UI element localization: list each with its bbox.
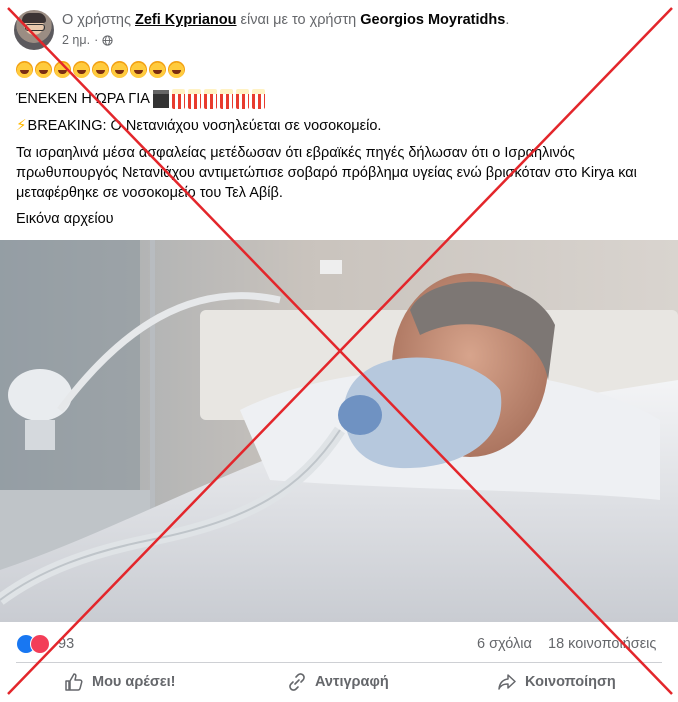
share-icon [498,674,516,690]
tagged-user-link[interactable]: Georgios Moyratidhs [360,12,505,28]
post-header: Ο χρήστης Zefi Kyprianou είναι με το χρή… [0,0,678,54]
popcorn-icon [252,89,266,109]
action-bar: Μου αρέσει! Αντιγραφή Κοινοποίηση [0,664,678,702]
share-label: Κοινοποίηση [525,674,616,690]
post-headline: Ο χρήστης Zefi Kyprianou είναι με το χρή… [62,12,509,28]
laughing-emoji-icon [54,60,71,78]
laughing-emoji-icon [92,60,109,78]
headline-prefix: Ο χρήστης [62,12,131,28]
laughing-emoji-icon [35,60,52,78]
like-button[interactable]: Μου αρέσει! [64,664,176,700]
divider [16,662,662,663]
reaction-icons[interactable] [16,634,56,654]
love-reaction-icon [30,634,50,654]
movie-line-text: ΈΝΕΚΕΝ Η ΏΡΑ ΓΙΑ [16,90,150,107]
clapperboard-icon [153,90,170,108]
laughing-emoji-icon [16,60,33,78]
avatar-glasses [25,24,45,31]
reactions-bar: 93 6 σχόλια 18 κοινοποιήσεις [0,628,678,658]
popcorn-icon [172,89,186,109]
popcorn-icon [188,89,202,109]
post-meta: 2 ημ. · [62,33,113,47]
author-avatar[interactable] [14,10,54,50]
globe-icon[interactable] [102,34,113,46]
reaction-count[interactable]: 93 [58,636,74,652]
meta-separator: · [94,33,99,47]
hospital-photo [0,240,678,622]
laughing-emoji-icon [111,60,128,78]
popcorn-icon [220,89,234,109]
lightning-icon: ⚡ [16,117,27,134]
avatar-hair [22,13,46,23]
popcorn-icon [236,89,250,109]
post-line-breaking: ⚡BREAKING: Ο Νετανιάχου νοσηλεύεται σε ν… [16,116,381,134]
comments-count[interactable]: 6 σχόλια [477,636,532,652]
post-paragraph: Τα ισραηλινά μέσα ασφαλείας μετέδωσαν ότ… [16,145,637,201]
post-line-movie: ΈΝΕΚΕΝ Η ΏΡΑ ΓΙΑ [16,89,268,109]
post-caption: Εικόνα αρχείου [16,211,114,227]
copy-label: Αντιγραφή [315,674,389,690]
shares-count[interactable]: 18 κοινοποιήσεις [548,636,656,652]
like-label: Μου αρέσει! [92,674,176,690]
thumbs-up-icon [65,673,83,691]
laughing-emoji-icon [130,60,147,78]
post-photo[interactable] [0,240,678,622]
popcorn-icon [204,89,218,109]
link-icon [289,673,305,691]
laughing-emoji-icon [168,60,185,78]
post-timestamp[interactable]: 2 ημ. [62,33,90,47]
emoji-row [16,60,187,78]
headline-period: . [505,12,510,28]
headline-connector: είναι με το χρήστη [240,12,357,28]
laughing-emoji-icon [73,60,90,78]
copy-button[interactable]: Αντιγραφή [287,664,389,700]
author-name-link[interactable]: Zefi Kyprianou [135,12,237,28]
share-button[interactable]: Κοινοποίηση [497,664,616,700]
laughing-emoji-icon [149,60,166,78]
breaking-text: BREAKING: Ο Νετανιάχου νοσηλεύεται σε νο… [27,118,382,134]
